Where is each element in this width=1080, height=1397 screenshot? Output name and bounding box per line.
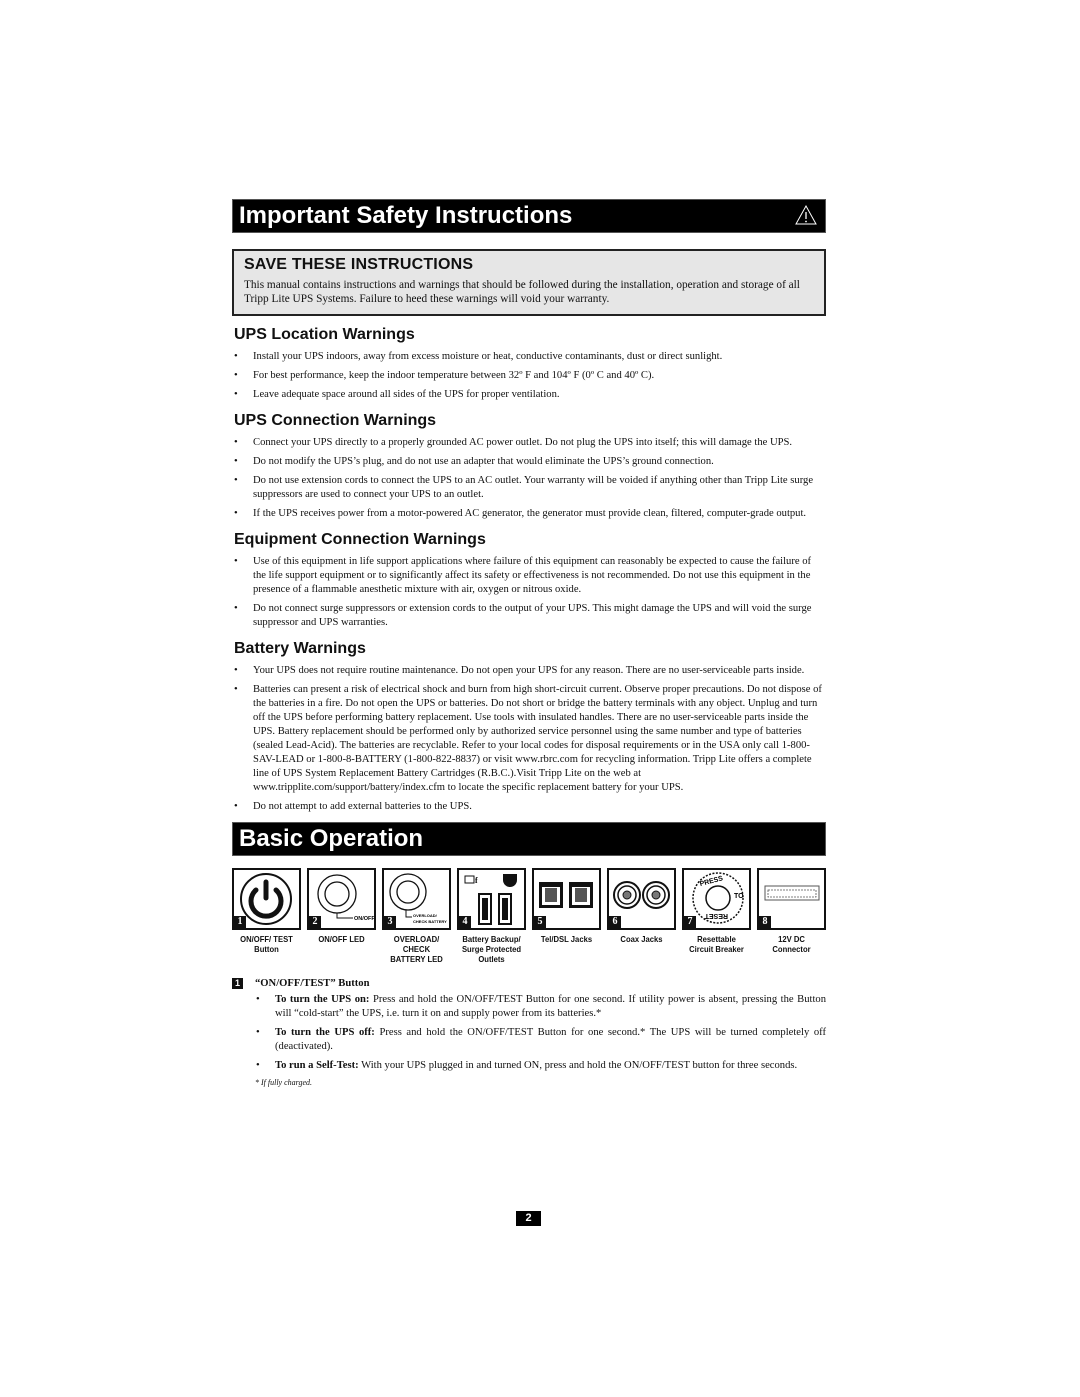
section-number: 1 [232, 978, 243, 989]
section-location-warnings: UPS Location Warnings • Install your UPS … [232, 326, 826, 402]
button-section-title: “ON/OFF/TEST” Button [255, 978, 370, 989]
safety-title: Important Safety Instructions [239, 202, 573, 229]
list-item: • Leave adequate space around all sides o… [234, 389, 560, 400]
safety-header-bar: Important Safety Instructions [232, 199, 826, 233]
panel-caption: Tel/DSL Jacks [540, 934, 593, 944]
warning-triangle-icon [795, 205, 817, 225]
save-instructions-title: SAVE THESE INSTRUCTIONS [244, 256, 474, 273]
panel-number: 4 [459, 916, 471, 928]
list-item: • Connect your UPS directly to a properly… [234, 437, 793, 448]
save-instructions-text: This manual contains instructions and wa… [244, 279, 800, 305]
panel-number: 1 [234, 916, 246, 928]
svg-text:f: f [475, 876, 478, 885]
list-item: • Do not attempt to add external batterie… [234, 801, 472, 812]
svg-text:OVERLOAD/: OVERLOAD/ [413, 913, 438, 918]
section-battery-warnings: Battery Warnings • Your UPS does not requ… [232, 640, 826, 814]
list-item: • To run a Self-Test: With your UPS plugg… [256, 1060, 798, 1071]
svg-text:RESET: RESET [704, 912, 728, 919]
section-title: Equipment Connection Warnings [234, 531, 486, 548]
panel-caption: ON/OFF LED [318, 934, 365, 944]
document-page: Important Safety Instructions SAVE THESE… [232, 199, 826, 1087]
panel-number: 2 [309, 916, 321, 928]
svg-text:TO: TO [734, 893, 744, 900]
panel-number: 7 [684, 916, 696, 928]
panel-number: 3 [384, 916, 396, 928]
list-item: • Do not use extension cords to connect t… [234, 475, 814, 500]
list-item: • Do not modify the UPS’s plug, and do no… [234, 456, 714, 467]
list-item: • Your UPS does not require routine maint… [234, 665, 805, 676]
button-section-heading: 1 “ON/OFF/TEST” Button [232, 978, 826, 989]
footnote: * If fully charged. [255, 1078, 313, 1087]
basic-operation-title: Basic Operation [239, 825, 424, 852]
panel-tel-jacks: 5 Tel/DSL Jacks [532, 868, 601, 964]
list-item: • Batteries can present a risk of electri… [234, 684, 822, 793]
panel-caption: Coax Jacks [620, 934, 663, 944]
save-instructions-box: SAVE THESE INSTRUCTIONS This manual cont… [232, 249, 826, 316]
basic-operation-header-bar: Basic Operation [232, 822, 826, 856]
panel-number: 5 [534, 916, 546, 928]
panel-outlets: f 4 Battery Backup/ Surge Protected Outl… [457, 868, 526, 964]
panel-number: 6 [609, 916, 621, 928]
list-item: • For best performance, keep the indoor t… [234, 370, 655, 381]
control-panels: 1 ON/OFF/ TEST Button ON/OFF 2 ON/OFF LE… [232, 868, 826, 964]
svg-text:CHECK BATTERY: CHECK BATTERY [413, 919, 447, 924]
panel-caption: Battery Backup/ Surge Protected Outlets [461, 934, 522, 964]
svg-text:ON/OFF: ON/OFF [354, 916, 374, 922]
section-connection-warnings: UPS Connection Warnings • Connect your UP… [232, 412, 826, 521]
list-item: • Use of this equipment in life support a… [234, 556, 812, 595]
section-title: UPS Location Warnings [234, 326, 415, 343]
panel-caption: OVERLOAD/ CHECK BATTERY LED [390, 934, 443, 964]
panel-on-off-led: ON/OFF 2 ON/OFF LED [307, 868, 376, 964]
list-item: • If the UPS receives power from a motor-… [234, 508, 807, 519]
list-item: • Install your UPS indoors, away from exc… [234, 351, 723, 362]
list-item: • Do not connect surge suppressors or ext… [234, 603, 812, 628]
panel-power-button: 1 ON/OFF/ TEST Button [232, 868, 301, 964]
list-item: • To turn the UPS off: Press and hold the… [256, 1027, 827, 1052]
button-instructions: • To turn the UPS on: Press and hold the … [254, 993, 826, 1073]
panel-caption: 12V DC Connector [772, 934, 811, 954]
panel-coax-jacks: 6 Coax Jacks [607, 868, 676, 964]
section-title: Battery Warnings [234, 640, 366, 657]
panel-number: 8 [759, 916, 771, 928]
panel-overload-led: OVERLOAD/ CHECK BATTERY 3 OVERLOAD/ CHEC… [382, 868, 451, 964]
section-equipment-warnings: Equipment Connection Warnings • Use of th… [232, 531, 826, 630]
panel-caption: Resettable Circuit Breaker [689, 934, 744, 954]
section-title: UPS Connection Warnings [234, 412, 437, 429]
panel-circuit-breaker: PRESS TO RESET 7 Resettable Circuit Brea… [682, 868, 751, 964]
list-item: • To turn the UPS on: Press and hold the … [256, 994, 826, 1019]
panel-caption: ON/OFF/ TEST Button [240, 934, 293, 954]
page-number: 2 [516, 1211, 541, 1226]
panel-dc-connector: 8 12V DC Connector [757, 868, 826, 964]
